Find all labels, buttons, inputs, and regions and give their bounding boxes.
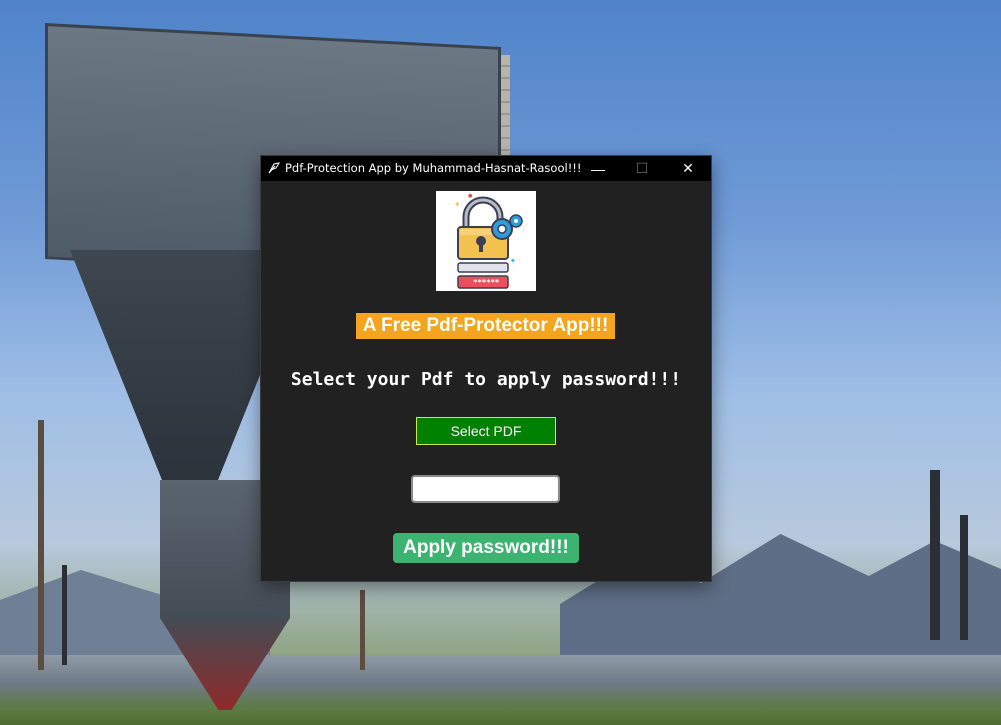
svg-text:✦: ✦ — [510, 257, 516, 265]
minimize-button[interactable]: — — [575, 156, 621, 181]
tree — [360, 590, 365, 670]
street-lamp — [960, 515, 968, 640]
title-bar[interactable]: Pdf-Protection App by Muhammad-Hasnat-Ra… — [261, 156, 711, 181]
window-title: Pdf-Protection App by Muhammad-Hasnat-Ra… — [285, 161, 582, 175]
app-banner: A Free Pdf-Protector App!!! — [356, 313, 615, 339]
apply-password-button[interactable]: Apply password!!! — [393, 533, 579, 563]
ground — [0, 655, 1001, 725]
tree — [38, 420, 44, 670]
instruction-text: Select your Pdf to apply password!!! — [290, 369, 682, 390]
feather-app-icon — [268, 162, 281, 174]
maximize-button[interactable]: ☐ — [619, 156, 665, 181]
street-lamp — [62, 565, 67, 665]
password-mask-text: ****** — [473, 278, 499, 287]
svg-text:✦: ✦ — [454, 200, 461, 209]
password-input[interactable] — [411, 475, 560, 503]
close-button[interactable]: ✕ — [665, 156, 711, 181]
padlock-icon: ✦ ✦ ● — [454, 193, 523, 289]
desktop-wallpaper: Pdf-Protection App by Muhammad-Hasnat-Ra… — [0, 0, 1001, 725]
app-window: Pdf-Protection App by Muhammad-Hasnat-Ra… — [261, 156, 711, 581]
select-pdf-button[interactable]: Select PDF — [416, 417, 556, 445]
street-lamp — [930, 470, 940, 640]
app-logo: ✦ ✦ ● ****** — [436, 191, 536, 291]
svg-text:●: ● — [468, 193, 473, 199]
